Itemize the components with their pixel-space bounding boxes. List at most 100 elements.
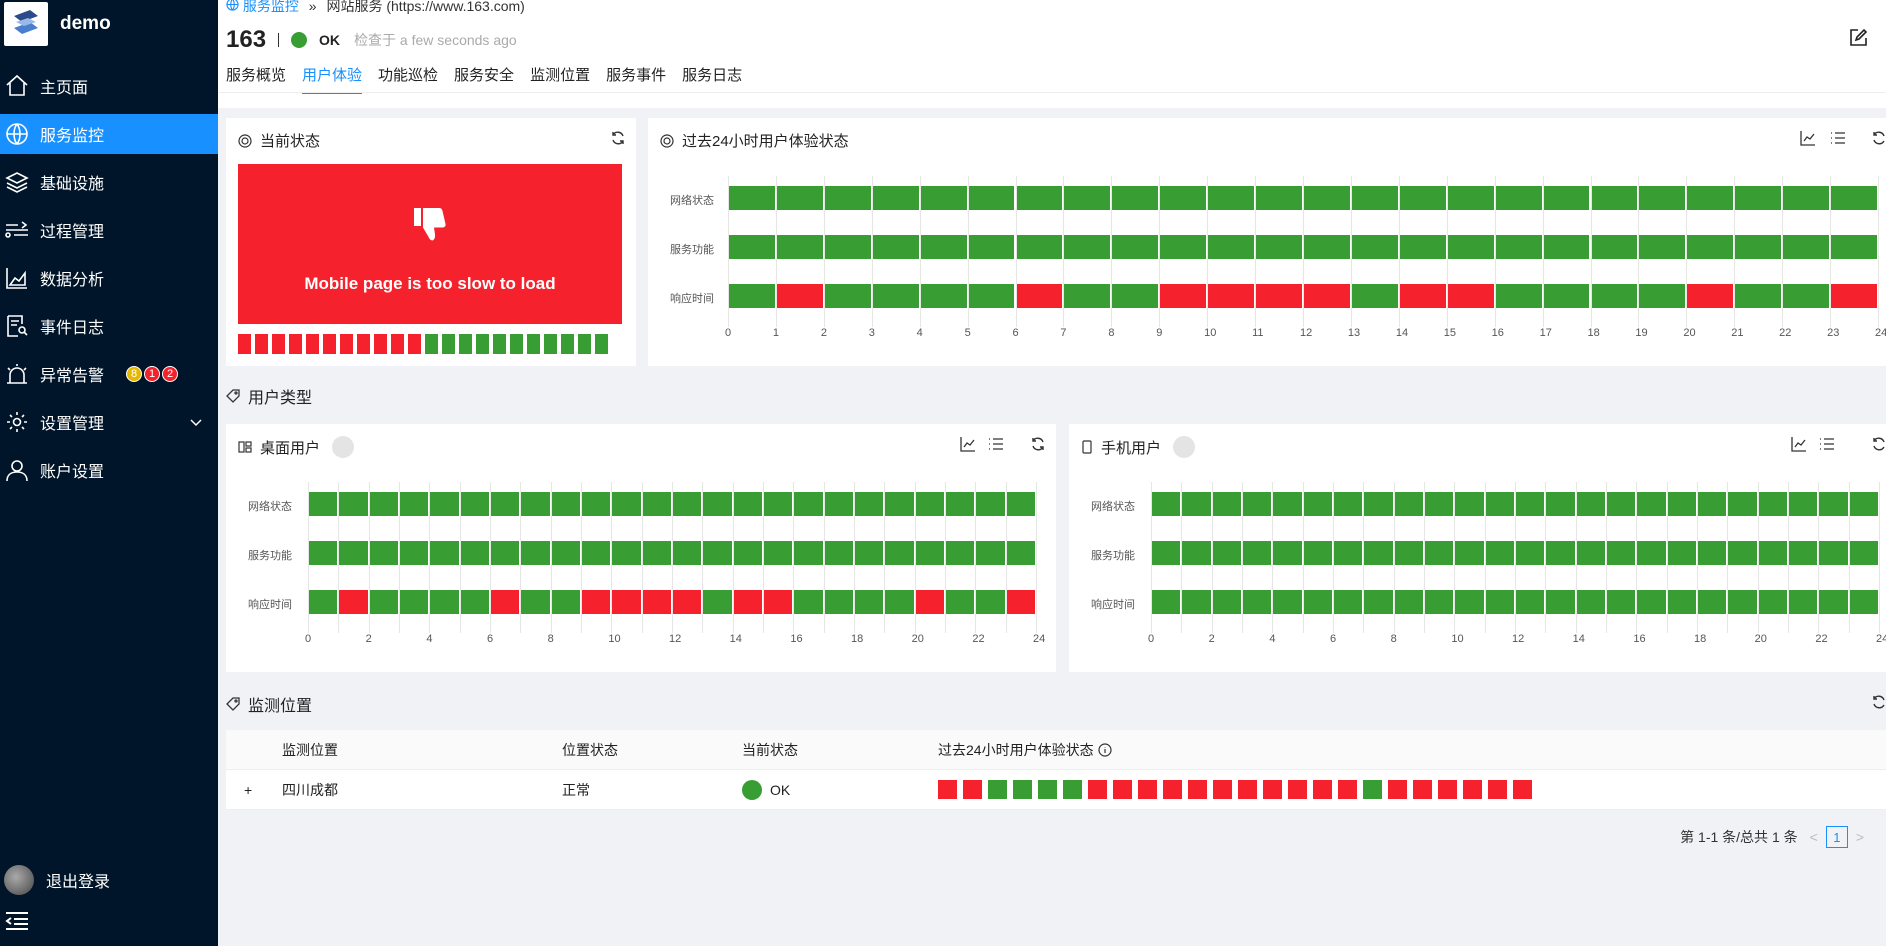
status-cell: [1455, 492, 1484, 516]
status-cell: [1728, 590, 1757, 614]
gear-icon: [4, 409, 30, 435]
axis-tick: 0: [725, 327, 732, 339]
status-cell: [1447, 186, 1494, 210]
line-chart-icon[interactable]: [960, 436, 976, 455]
status-cell: [1576, 590, 1605, 614]
axis-tick: 6: [1012, 327, 1019, 339]
status-cell: [1819, 590, 1848, 614]
sidebar-item-4[interactable]: 数据分析: [0, 258, 218, 298]
sidebar-item-3[interactable]: 过程管理: [0, 210, 218, 250]
sidebar-item-5[interactable]: 事件日志: [0, 306, 218, 346]
status-cell: [1334, 541, 1363, 565]
breadcrumb-parent[interactable]: 服务监控: [226, 0, 303, 14]
title-row: 163 OK 检查于 a few seconds ago: [226, 26, 517, 54]
line-chart-icon[interactable]: [1800, 130, 1816, 149]
sidebar-item-8[interactable]: 账户设置: [0, 450, 218, 490]
status-cell: [920, 186, 967, 210]
current-state-alert: Mobile page is too slow to load: [238, 164, 622, 324]
tab-2[interactable]: 功能巡检: [378, 64, 438, 94]
history-cell: [1288, 780, 1307, 799]
sidebar-item-2[interactable]: 基础设施: [0, 162, 218, 202]
history-cell: [1513, 780, 1532, 799]
refresh-icon[interactable]: [1030, 436, 1046, 455]
status-cell: [1256, 235, 1302, 259]
sidebar-item-1[interactable]: 服务监控: [0, 114, 218, 154]
axis-tick: 5: [964, 327, 971, 339]
status-cell: [1543, 235, 1590, 259]
info-icon: [1097, 742, 1112, 757]
status-cell: [1485, 590, 1514, 614]
list-icon[interactable]: [988, 436, 1004, 455]
status-cell: [1256, 186, 1302, 210]
status-cell: [369, 590, 398, 614]
status-cell: [1351, 284, 1398, 308]
home-icon: [4, 73, 30, 99]
status-cell: [764, 590, 793, 614]
status-cell: [794, 590, 823, 614]
logout-label: 退出登录: [46, 874, 111, 891]
status-cell: [885, 541, 914, 565]
status-cell: [1243, 590, 1272, 614]
status-cell: [824, 284, 871, 308]
sidebar-item-7[interactable]: 设置管理: [0, 402, 218, 442]
tab-4[interactable]: 监测位置: [530, 64, 590, 94]
grid-line: [1036, 482, 1037, 633]
refresh-icon[interactable]: [610, 130, 626, 149]
collapse-menu-icon[interactable]: [4, 910, 30, 935]
status-cell: [1455, 541, 1484, 565]
tab-6[interactable]: 服务日志: [682, 64, 742, 94]
expand-button[interactable]: +: [226, 782, 282, 798]
sidebar-item-label: 主页面: [40, 80, 89, 97]
status-cell: [885, 492, 914, 516]
status-cell: [1394, 541, 1423, 565]
status-cell: [1687, 235, 1734, 259]
status-cell: [1667, 541, 1696, 565]
status-cell: [794, 492, 823, 516]
list-icon[interactable]: [1830, 130, 1846, 149]
refresh-icon[interactable]: [1872, 436, 1886, 455]
current-state-message: Mobile page is too slow to load: [304, 274, 556, 293]
axis-tick: 20: [911, 633, 924, 645]
status-cell: [1639, 186, 1686, 210]
status-cell: [400, 590, 429, 614]
status-cell: [1152, 541, 1181, 565]
status-cell: [1273, 541, 1302, 565]
page-number[interactable]: 1: [1825, 826, 1848, 848]
history-cell: [1113, 780, 1132, 799]
history-cell: [1463, 780, 1482, 799]
avatar: [4, 865, 34, 895]
smile-icon: [660, 133, 674, 148]
axis-tick: 14: [729, 633, 742, 645]
axis-tick: 14: [1395, 327, 1409, 339]
refresh-icon[interactable]: [1872, 130, 1886, 149]
status-cell: [946, 541, 975, 565]
logout-button[interactable]: 退出登录: [0, 860, 110, 900]
tab-5[interactable]: 服务事件: [606, 64, 666, 94]
status-cell: [1160, 235, 1207, 259]
status-cell: [612, 590, 641, 614]
tag-icon: [226, 389, 240, 403]
axis-tick: 13: [1347, 327, 1361, 339]
tab-3[interactable]: 服务安全: [454, 64, 514, 94]
axis-tick: 4: [1269, 633, 1276, 645]
refresh-icon[interactable]: [1872, 694, 1886, 713]
sidebar-item-6[interactable]: 异常告警 8 1 2: [0, 354, 218, 394]
status-cell: [1819, 492, 1848, 516]
next-page-icon[interactable]: >: [1856, 829, 1864, 845]
prev-page-icon[interactable]: <: [1810, 829, 1818, 845]
location-name: 四川成都: [282, 781, 338, 798]
thumbs-down-icon: [410, 204, 450, 247]
line-chart-icon[interactable]: [1791, 436, 1807, 455]
edit-icon[interactable]: [1848, 28, 1868, 51]
tab-1[interactable]: 用户体验: [302, 64, 363, 94]
breadcrumb-separator: »: [308, 0, 317, 14]
status-cell: [612, 492, 641, 516]
sidebar-item-0[interactable]: 主页面: [0, 66, 218, 106]
tab-0[interactable]: 服务概览: [226, 64, 286, 94]
area-chart-icon: [4, 265, 30, 291]
status-cell: [1831, 284, 1877, 308]
list-icon[interactable]: [1819, 436, 1835, 455]
row-label: 网络状态: [248, 501, 292, 513]
axis-tick: 24: [1875, 327, 1886, 339]
status-cell: [1735, 235, 1782, 259]
